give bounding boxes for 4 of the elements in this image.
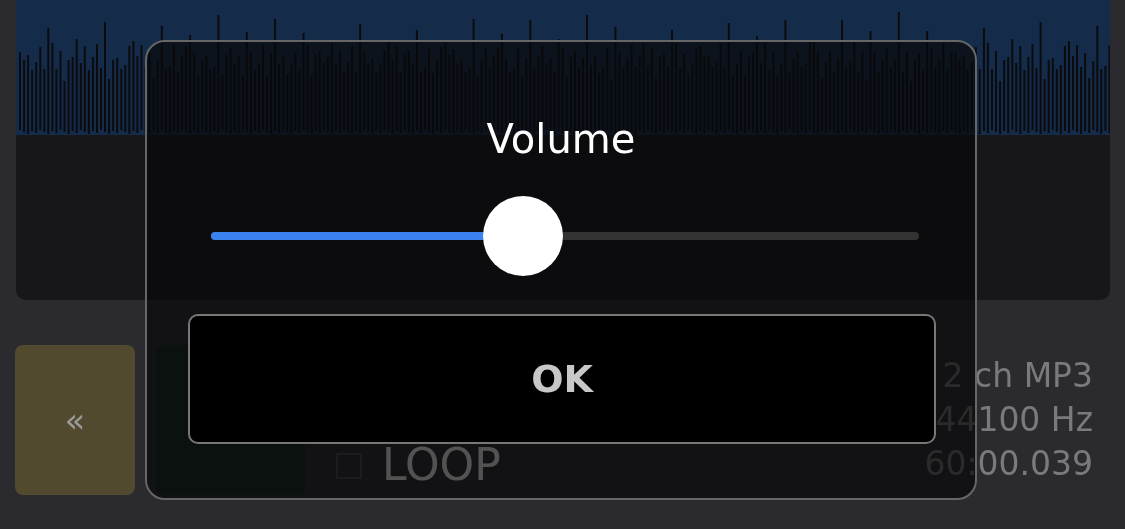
- ok-button[interactable]: OK: [188, 314, 936, 444]
- volume-slider[interactable]: [211, 196, 919, 276]
- dialog-title: Volume: [486, 115, 636, 164]
- loop-label: LOOP: [382, 443, 501, 487]
